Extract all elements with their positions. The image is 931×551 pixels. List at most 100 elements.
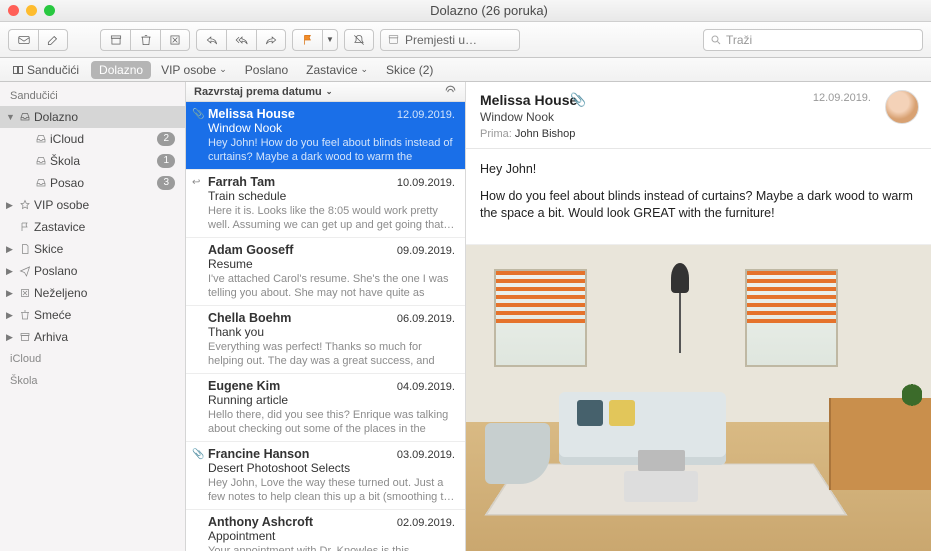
delete-button[interactable]: [130, 29, 160, 51]
header-date: 12.09.2019.: [813, 92, 871, 104]
window-title: Dolazno (26 poruka): [55, 3, 923, 18]
move-to-button[interactable]: Premjesti u…: [380, 29, 520, 51]
replied-icon: ↩: [192, 177, 200, 188]
message-row[interactable]: Chella Boehm06.09.2019. Thank you Everyt…: [186, 306, 465, 374]
sidebar-inbox-child[interactable]: Škola 1: [0, 150, 185, 172]
unread-badge: 2: [157, 132, 175, 146]
message-sender: Farrah Tam: [208, 175, 397, 189]
unread-badge: 3: [157, 176, 175, 190]
sidebar-section-label: Sandučići: [0, 86, 185, 106]
archive-icon: [16, 331, 34, 343]
favorite-item[interactable]: Zastavice ⌄: [298, 61, 376, 79]
message-preview: I've attached Carol's resume. She's the …: [208, 272, 455, 300]
message-sender: Adam Gooseff: [208, 243, 397, 257]
disclosure-triangle-icon[interactable]: ▶: [6, 200, 16, 211]
sidebar-inbox[interactable]: ▼ Dolazno: [0, 106, 185, 128]
message-sender: Eugene Kim: [208, 379, 397, 393]
message-date: 12.09.2019.: [397, 109, 455, 121]
sidebar-junk[interactable]: ▶ Neželjeno: [0, 282, 185, 304]
message-sender: Chella Boehm: [208, 311, 397, 325]
message-row[interactable]: 📎 Francine Hanson03.09.2019. Desert Phot…: [186, 442, 465, 510]
message-date: 04.09.2019.: [397, 381, 455, 393]
reading-pane: Melissa House 📎 Window Nook Prima: John …: [466, 82, 931, 551]
message-sender: Anthony Ashcroft: [208, 515, 397, 529]
favorites-bar: Sandučići DolaznoVIP osobe ⌄PoslanoZasta…: [0, 58, 931, 82]
reply-all-button[interactable]: [226, 29, 256, 51]
sidebar-inbox-child[interactable]: Posao 3: [0, 172, 185, 194]
sidebar-inbox-child[interactable]: iCloud 2: [0, 128, 185, 150]
disclosure-triangle-icon[interactable]: ▶: [6, 310, 16, 321]
favorite-item[interactable]: Poslano: [237, 61, 296, 79]
sender-avatar[interactable]: [885, 90, 919, 124]
window-titlebar: Dolazno (26 poruka): [0, 0, 931, 22]
move-to-label: Premjesti u…: [405, 33, 477, 47]
mute-button[interactable]: [344, 29, 374, 51]
favorite-item[interactable]: VIP osobe ⌄: [153, 61, 235, 79]
close-window-button[interactable]: [8, 5, 19, 16]
mailboxes-toggle[interactable]: Sandučići: [4, 61, 87, 79]
message-preview: Here it is. Looks like the 8:05 would wo…: [208, 204, 455, 232]
sidebar-vip[interactable]: ▶ VIP osobe: [0, 194, 185, 216]
chevron-down-icon: ▼: [326, 35, 334, 44]
message-row[interactable]: Anthony Ashcroft02.09.2019. Appointment …: [186, 510, 465, 551]
inbox-icon: [32, 177, 50, 189]
message-date: 06.09.2019.: [397, 313, 455, 325]
toolbar: ▼ Premjesti u… Traži: [0, 22, 931, 58]
message-date: 03.09.2019.: [397, 449, 455, 461]
inbox-icon: [32, 155, 50, 167]
disclosure-triangle-icon[interactable]: ▶: [6, 332, 16, 343]
favorite-item[interactable]: Skice (2): [378, 61, 441, 79]
message-row[interactable]: Adam Gooseff09.09.2019. Resume I've atta…: [186, 238, 465, 306]
sort-bar[interactable]: Razvrstaj prema datumu ⌄: [186, 82, 465, 102]
flag-button[interactable]: [292, 29, 322, 51]
inbox-icon: [32, 133, 50, 145]
disclosure-triangle-icon[interactable]: ▶: [6, 288, 16, 299]
message-preview: Hey John, Love the way these turned out.…: [208, 476, 455, 504]
traffic-lights: [8, 5, 55, 16]
archive-button[interactable]: [100, 29, 130, 51]
search-field[interactable]: Traži: [703, 29, 923, 51]
trash-icon: [16, 309, 34, 321]
sidebar: Sandučići ▼ Dolazno iCloud 2 Škola 1 Pos…: [0, 82, 186, 551]
flag-dropdown[interactable]: ▼: [322, 29, 338, 51]
paperplane-icon: [16, 265, 34, 277]
attachment-icon: 📎: [192, 449, 204, 460]
disclosure-triangle-icon[interactable]: ▶: [6, 266, 16, 277]
message-attachment-image[interactable]: [466, 244, 931, 551]
message-subject: Train schedule: [208, 189, 455, 204]
mailboxes-label: Sandučići: [27, 63, 79, 77]
flag-icon: [16, 221, 34, 233]
sidebar-sent[interactable]: ▶ Poslano: [0, 260, 185, 282]
message-subject: Running article: [208, 393, 455, 408]
disclosure-triangle-icon[interactable]: ▶: [6, 244, 16, 255]
message-row[interactable]: 📎 Melissa House12.09.2019. Window Nook H…: [186, 102, 465, 170]
sidebar-account[interactable]: Škola: [0, 370, 185, 392]
get-mail-button[interactable]: [8, 29, 38, 51]
message-header: Melissa House 📎 Window Nook Prima: John …: [466, 82, 931, 149]
sidebar-drafts[interactable]: ▶ Skice: [0, 238, 185, 260]
chevron-down-icon: ⌄: [361, 64, 369, 75]
fullscreen-window-button[interactable]: [44, 5, 55, 16]
sidebar-archive[interactable]: ▶ Arhiva: [0, 326, 185, 348]
reply-button[interactable]: [196, 29, 226, 51]
message-body: Hey John! How do you feel about blinds i…: [466, 149, 931, 244]
sidebar-flags[interactable]: Zastavice: [0, 216, 185, 238]
star-icon: [16, 199, 34, 211]
inbox-icon: [16, 111, 34, 123]
junk-icon: [16, 287, 34, 299]
compose-button[interactable]: [38, 29, 68, 51]
message-subject: Resume: [208, 257, 455, 272]
minimize-window-button[interactable]: [26, 5, 37, 16]
message-row[interactable]: Eugene Kim04.09.2019. Running article He…: [186, 374, 465, 442]
disclosure-triangle-icon[interactable]: ▼: [6, 112, 16, 122]
sidebar-account[interactable]: iCloud: [0, 348, 185, 370]
attachment-icon: 📎: [570, 92, 586, 108]
forward-button[interactable]: [256, 29, 286, 51]
junk-button[interactable]: [160, 29, 190, 51]
sidebar-trash[interactable]: ▶ Smeće: [0, 304, 185, 326]
message-row[interactable]: ↩ Farrah Tam10.09.2019. Train schedule H…: [186, 170, 465, 238]
favorite-item[interactable]: Dolazno: [91, 61, 151, 79]
header-to-value: John Bishop: [515, 128, 576, 140]
message-preview: Everything was perfect! Thanks so much f…: [208, 340, 455, 368]
message-date: 02.09.2019.: [397, 517, 455, 529]
